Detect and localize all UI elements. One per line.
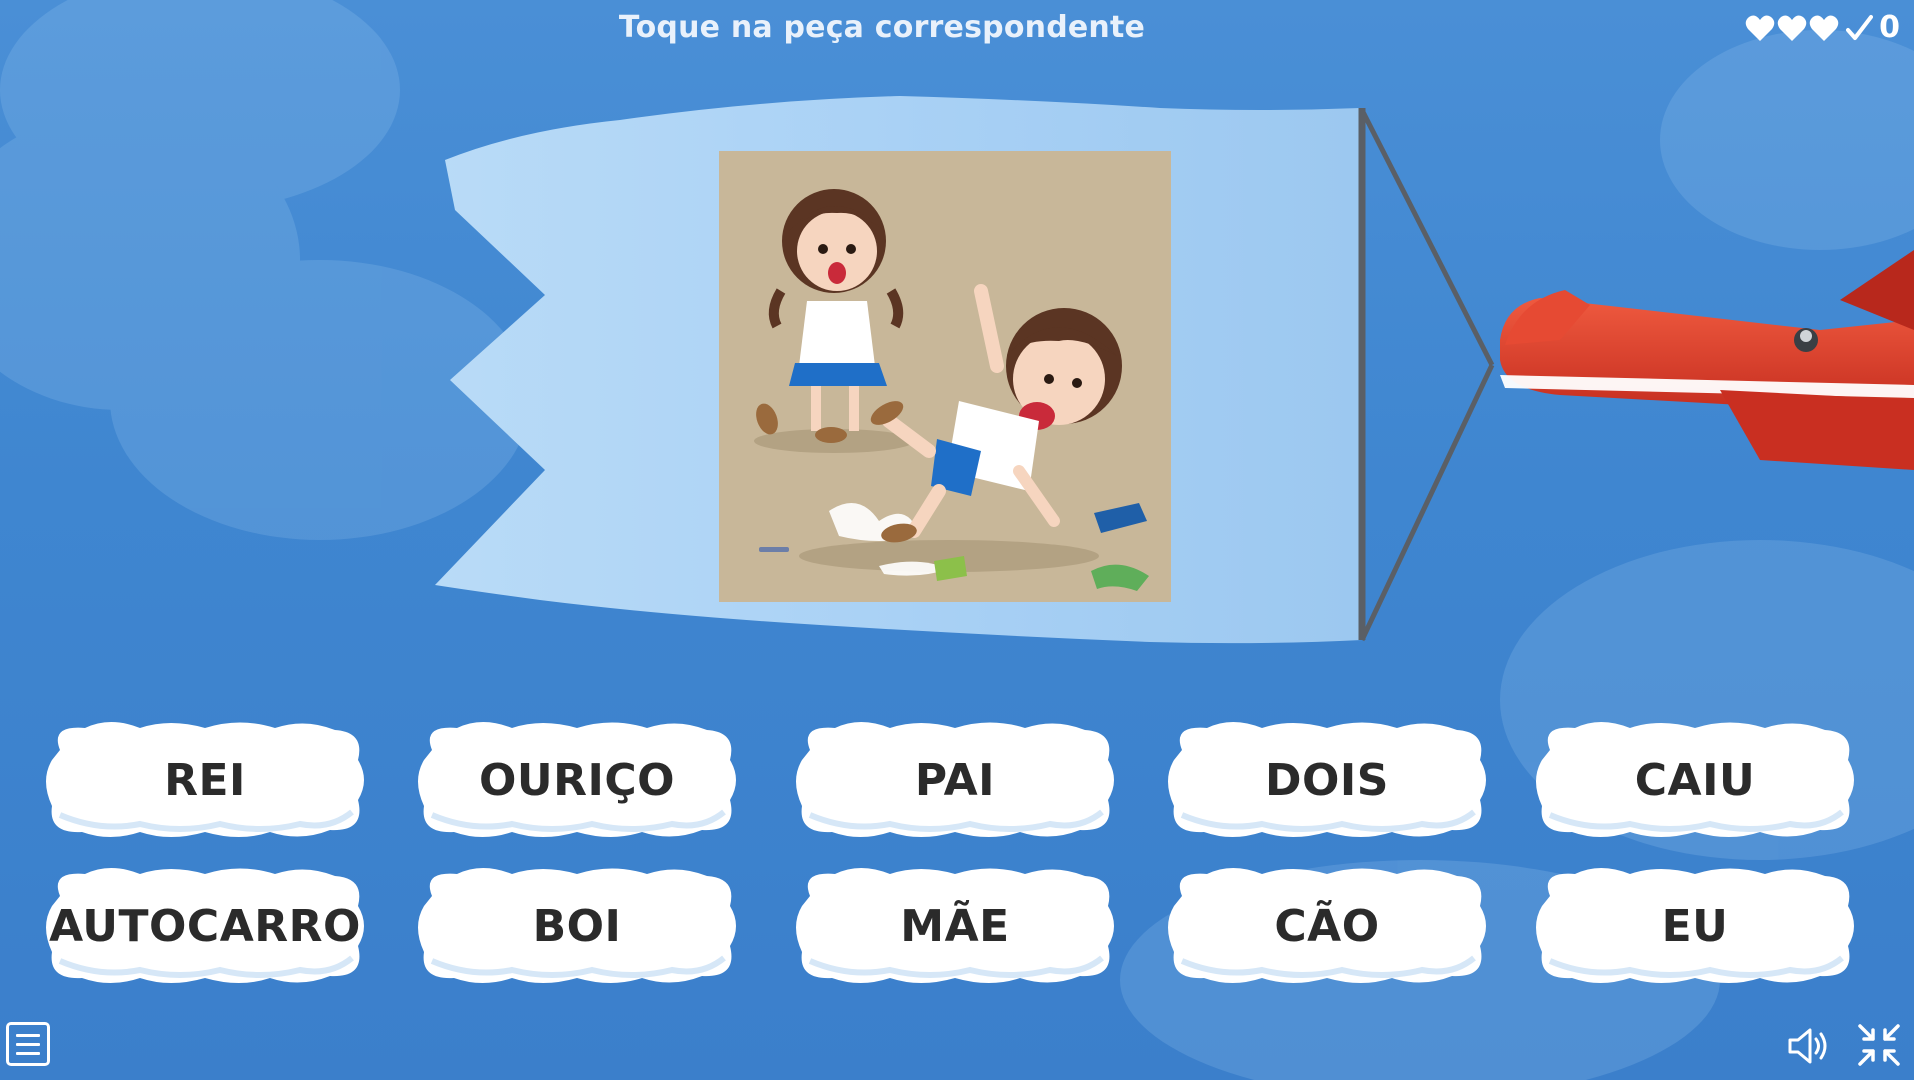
airplane (1500, 250, 1914, 470)
answer-label: EU (1661, 900, 1729, 952)
answer-cloud[interactable]: DOIS (1162, 720, 1492, 840)
heart-icon (1745, 15, 1775, 41)
menu-button[interactable] (6, 1022, 50, 1066)
menu-icon (16, 1033, 40, 1037)
children-slipping-illustration (719, 151, 1171, 602)
answer-cloud[interactable]: OURIÇO (412, 720, 742, 840)
answer-cloud[interactable]: BOI (412, 866, 742, 986)
answer-cloud[interactable]: EU (1530, 866, 1860, 986)
answer-label: AUTOCARRO (49, 900, 361, 952)
answer-label: BOI (532, 900, 622, 952)
answer-cloud[interactable]: MÃE (790, 866, 1120, 986)
answer-cloud[interactable]: AUTOCARRO (40, 866, 370, 986)
answer-cloud[interactable]: REI (40, 720, 370, 840)
answer-cloud[interactable]: CÃO (1162, 866, 1492, 986)
speaker-icon[interactable] (1786, 1024, 1832, 1068)
answer-cloud[interactable]: CAIU (1530, 720, 1860, 840)
scene-image (719, 151, 1171, 602)
instruction-title: Toque na peça correspondente (618, 10, 1146, 45)
answer-label: DOIS (1265, 754, 1389, 806)
answer-label: PAI (914, 754, 996, 806)
score-value: 0 (1879, 10, 1900, 45)
answer-label: MÃE (900, 900, 1010, 952)
answer-label: CÃO (1274, 900, 1380, 952)
check-icon (1846, 14, 1874, 40)
answer-label: REI (164, 754, 246, 806)
heart-icon (1777, 15, 1807, 41)
answer-label: OURIÇO (478, 754, 676, 806)
exit-fullscreen-icon[interactable] (1856, 1022, 1902, 1068)
status-bar: 0 (1745, 10, 1900, 45)
answer-cloud[interactable]: PAI (790, 720, 1120, 840)
heart-icon (1809, 15, 1839, 41)
answer-label: CAIU (1634, 754, 1756, 806)
